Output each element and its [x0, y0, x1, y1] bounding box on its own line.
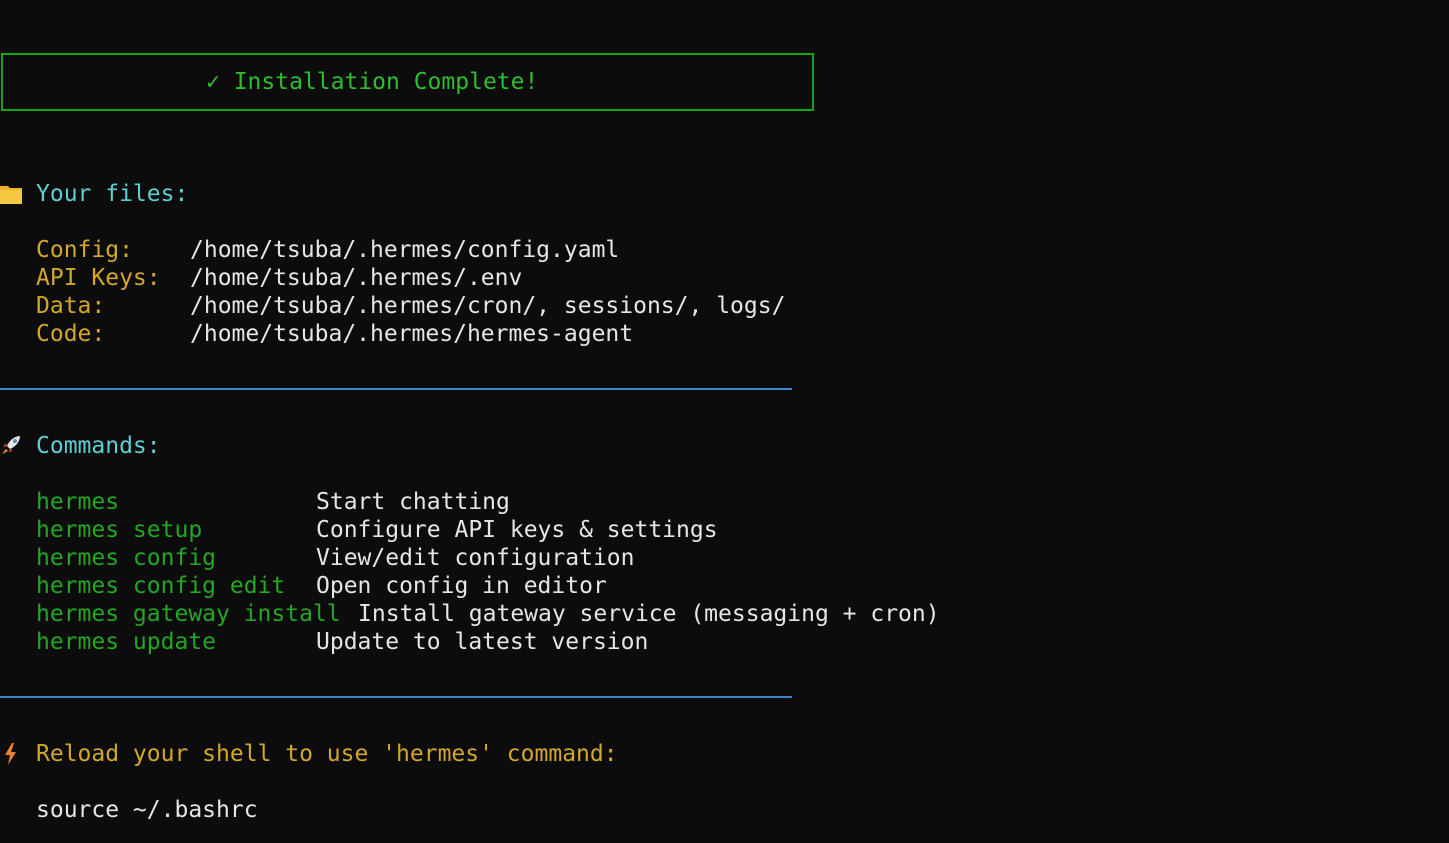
command-description: Install gateway service (messaging + cro… [358, 601, 940, 627]
file-label: API Keys: [36, 265, 161, 291]
command-name: hermes setup [36, 517, 203, 543]
reload-command[interactable]: source ~/.bashrc [36, 796, 258, 824]
file-label: Code: [36, 321, 106, 347]
reload-instruction: Reload your shell to use 'hermes' comman… [36, 741, 618, 767]
banner-title: ✓ Installation Complete! [206, 69, 539, 95]
command-description: Update to latest version [316, 629, 649, 655]
command-name: hermes [36, 489, 120, 515]
command-description: Configure API keys & settings [316, 517, 718, 543]
file-path: /home/tsuba/.hermes/cron/, sessions/, lo… [190, 293, 786, 319]
rocket-icon [0, 432, 24, 460]
command-description: View/edit configuration [316, 545, 635, 571]
commands-heading: Commands: [36, 433, 161, 459]
installation-complete-banner: ✓ Installation Complete! [1, 53, 814, 111]
command-description: Open config in editor [316, 573, 607, 599]
command-name: hermes config [36, 545, 217, 571]
command-name: hermes config edit [36, 573, 286, 599]
divider [0, 696, 792, 698]
command-name: hermes gateway install [36, 601, 341, 627]
lightning-icon [0, 740, 24, 768]
file-path: /home/tsuba/.hermes/hermes-agent [190, 321, 634, 347]
folder-icon [0, 180, 24, 208]
divider [0, 388, 792, 390]
file-label: Config: [36, 237, 133, 263]
files-heading: Your files: [36, 181, 189, 207]
command-name: hermes update [36, 629, 217, 655]
file-label: Data: [36, 293, 106, 319]
command-description: Start chatting [316, 489, 510, 515]
file-path: /home/tsuba/.hermes/config.yaml [190, 237, 620, 263]
file-path: /home/tsuba/.hermes/.env [190, 265, 523, 291]
